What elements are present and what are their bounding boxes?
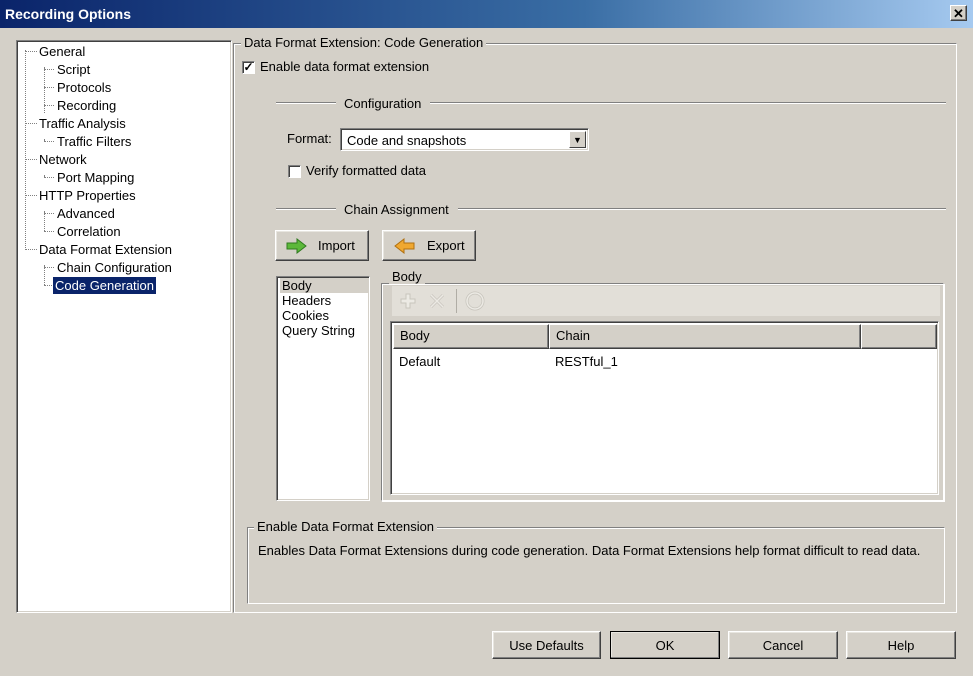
ok-button[interactable]: OK <box>610 631 720 659</box>
grid-toolbar <box>392 286 940 316</box>
enable-extension-checkbox[interactable]: ✓ <box>242 61 255 74</box>
body-group-title: Body <box>389 269 425 284</box>
chain-grid[interactable]: Body Chain Default RESTful_1 <box>390 321 939 495</box>
tree-item-correlation[interactable]: Correlation <box>55 223 123 240</box>
tree-item-traffic-filters[interactable]: Traffic Filters <box>55 133 133 150</box>
help-button[interactable]: Help <box>846 631 956 659</box>
description-text: Enables Data Format Extensions during co… <box>258 543 921 558</box>
format-label: Format: <box>287 131 332 146</box>
enable-extension-label: Enable data format extension <box>260 59 430 74</box>
use-defaults-button[interactable]: Use Defaults <box>492 631 601 659</box>
tree-item-http-properties[interactable]: HTTP Properties <box>37 187 138 204</box>
checkmark-icon: ✓ <box>243 60 254 74</box>
window-title: Recording Options <box>5 6 131 22</box>
delete-icon[interactable] <box>428 292 446 310</box>
tree-item-traffic-analysis[interactable]: Traffic Analysis <box>37 115 128 132</box>
export-label: Export <box>427 238 465 253</box>
column-header-chain[interactable]: Chain <box>549 324 861 349</box>
column-header-body[interactable]: Body <box>393 324 549 349</box>
grid-cell-chain[interactable]: RESTful_1 <box>555 354 618 369</box>
refresh-icon[interactable] <box>464 290 486 312</box>
list-item-query-string[interactable]: Query String <box>280 323 368 338</box>
add-icon[interactable] <box>399 292 417 310</box>
dropdown-arrow-button[interactable]: ▼ <box>569 131 586 148</box>
tree-item-recording[interactable]: Recording <box>55 97 118 114</box>
export-arrow-icon <box>394 237 415 254</box>
export-button[interactable]: Export <box>382 230 476 261</box>
verify-formatted-checkbox[interactable] <box>288 165 301 178</box>
tree-item-advanced[interactable]: Advanced <box>55 205 117 222</box>
tree-item-script[interactable]: Script <box>55 61 92 78</box>
format-select[interactable]: Code and snapshots ▼ <box>340 128 589 151</box>
tree-item-port-mapping[interactable]: Port Mapping <box>55 169 136 186</box>
format-value: Code and snapshots <box>347 133 467 148</box>
section-list[interactable]: Body Headers Cookies Query String <box>276 276 370 501</box>
description-title: Enable Data Format Extension <box>254 519 438 534</box>
grid-cell-body[interactable]: Default <box>399 354 440 369</box>
chevron-down-icon: ▼ <box>573 134 582 145</box>
tree-item-data-format-extension[interactable]: Data Format Extension <box>37 241 174 258</box>
close-icon: ✕ <box>953 5 964 21</box>
tree-item-general[interactable]: General <box>37 43 87 60</box>
list-item-cookies[interactable]: Cookies <box>280 308 368 323</box>
title-bar: Recording Options ✕ <box>0 0 973 28</box>
close-button[interactable]: ✕ <box>950 5 967 21</box>
tree-item-protocols[interactable]: Protocols <box>55 79 113 96</box>
cancel-button[interactable]: Cancel <box>728 631 838 659</box>
panel-title: Data Format Extension: Code Generation <box>241 35 487 50</box>
description-group <box>247 527 945 604</box>
column-header-extra[interactable] <box>861 324 937 349</box>
import-button[interactable]: Import <box>275 230 369 261</box>
configuration-heading: Configuration <box>344 96 422 111</box>
options-tree[interactable]: General Script Protocols Recording Traff… <box>16 40 232 613</box>
tree-item-chain-configuration[interactable]: Chain Configuration <box>55 259 174 276</box>
import-arrow-icon <box>286 237 307 254</box>
import-label: Import <box>318 238 355 253</box>
list-item-headers[interactable]: Headers <box>280 293 368 308</box>
tree-item-network[interactable]: Network <box>37 151 89 168</box>
tree-item-code-generation[interactable]: Code Generation <box>53 277 157 294</box>
verify-formatted-label: Verify formatted data <box>306 163 426 178</box>
list-item-body[interactable]: Body <box>280 278 368 293</box>
chain-assignment-heading: Chain Assignment <box>344 202 449 217</box>
